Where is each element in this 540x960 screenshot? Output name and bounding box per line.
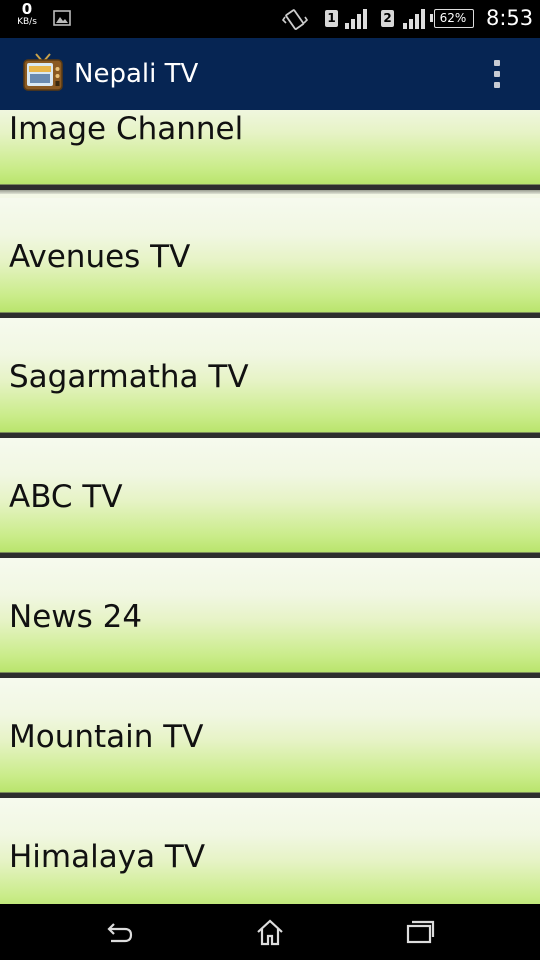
channel-label: Avenues TV xyxy=(9,239,191,275)
screen: 0 KB/s 1 2 62% 8:53 Nepali TV Image Chan… xyxy=(0,0,540,960)
action-bar: Nepali TV xyxy=(0,38,540,110)
battery-icon: 62% xyxy=(430,9,474,28)
channel-label: Mountain TV xyxy=(9,719,204,755)
channel-label: Himalaya TV xyxy=(9,839,206,875)
overflow-menu-icon[interactable] xyxy=(482,54,514,94)
network-speed-unit: KB/s xyxy=(17,17,37,27)
signal-icon xyxy=(403,9,425,29)
channel-item-himalaya-tv[interactable]: Himalaya TV xyxy=(0,798,540,904)
channel-label: Image Channel xyxy=(9,111,244,147)
channel-list: Image Channel Avenues TV Sagarmatha TV A… xyxy=(0,110,540,904)
home-icon[interactable] xyxy=(255,917,285,947)
channel-label: News 24 xyxy=(9,599,143,635)
channel-item-sagarmatha-tv[interactable]: Sagarmatha TV xyxy=(0,318,540,442)
channel-item-avenues-tv[interactable]: Avenues TV xyxy=(0,198,540,322)
app-title: Nepali TV xyxy=(74,59,199,89)
channel-item-image-channel[interactable]: Image Channel xyxy=(0,110,540,194)
battery-level: 62% xyxy=(439,11,467,25)
channel-item-abc-tv[interactable]: ABC TV xyxy=(0,438,540,562)
navigation-bar xyxy=(0,904,540,960)
back-icon[interactable] xyxy=(105,917,135,947)
channel-item-news-24[interactable]: News 24 xyxy=(0,558,540,682)
channel-item-mountain-tv[interactable]: Mountain TV xyxy=(0,678,540,802)
menu-dot xyxy=(494,71,500,77)
gallery-icon xyxy=(53,10,71,26)
signal-icon xyxy=(345,9,367,29)
channel-label: ABC TV xyxy=(9,479,123,515)
network-speed-value: 0 xyxy=(21,0,33,18)
channel-label: Sagarmatha TV xyxy=(9,359,249,395)
sim2-badge: 2 xyxy=(381,10,394,27)
tv-icon[interactable] xyxy=(22,52,64,94)
clock: 8:53 xyxy=(486,6,534,30)
sim1-badge: 1 xyxy=(325,10,338,27)
status-bar: 0 KB/s 1 2 62% 8:53 xyxy=(0,0,540,38)
network-speed: 0 KB/s xyxy=(12,2,42,27)
menu-dot xyxy=(494,60,500,66)
vibrate-icon xyxy=(282,9,308,30)
battery-cap xyxy=(430,14,433,22)
recent-apps-icon[interactable] xyxy=(405,917,435,947)
menu-dot xyxy=(494,82,500,88)
